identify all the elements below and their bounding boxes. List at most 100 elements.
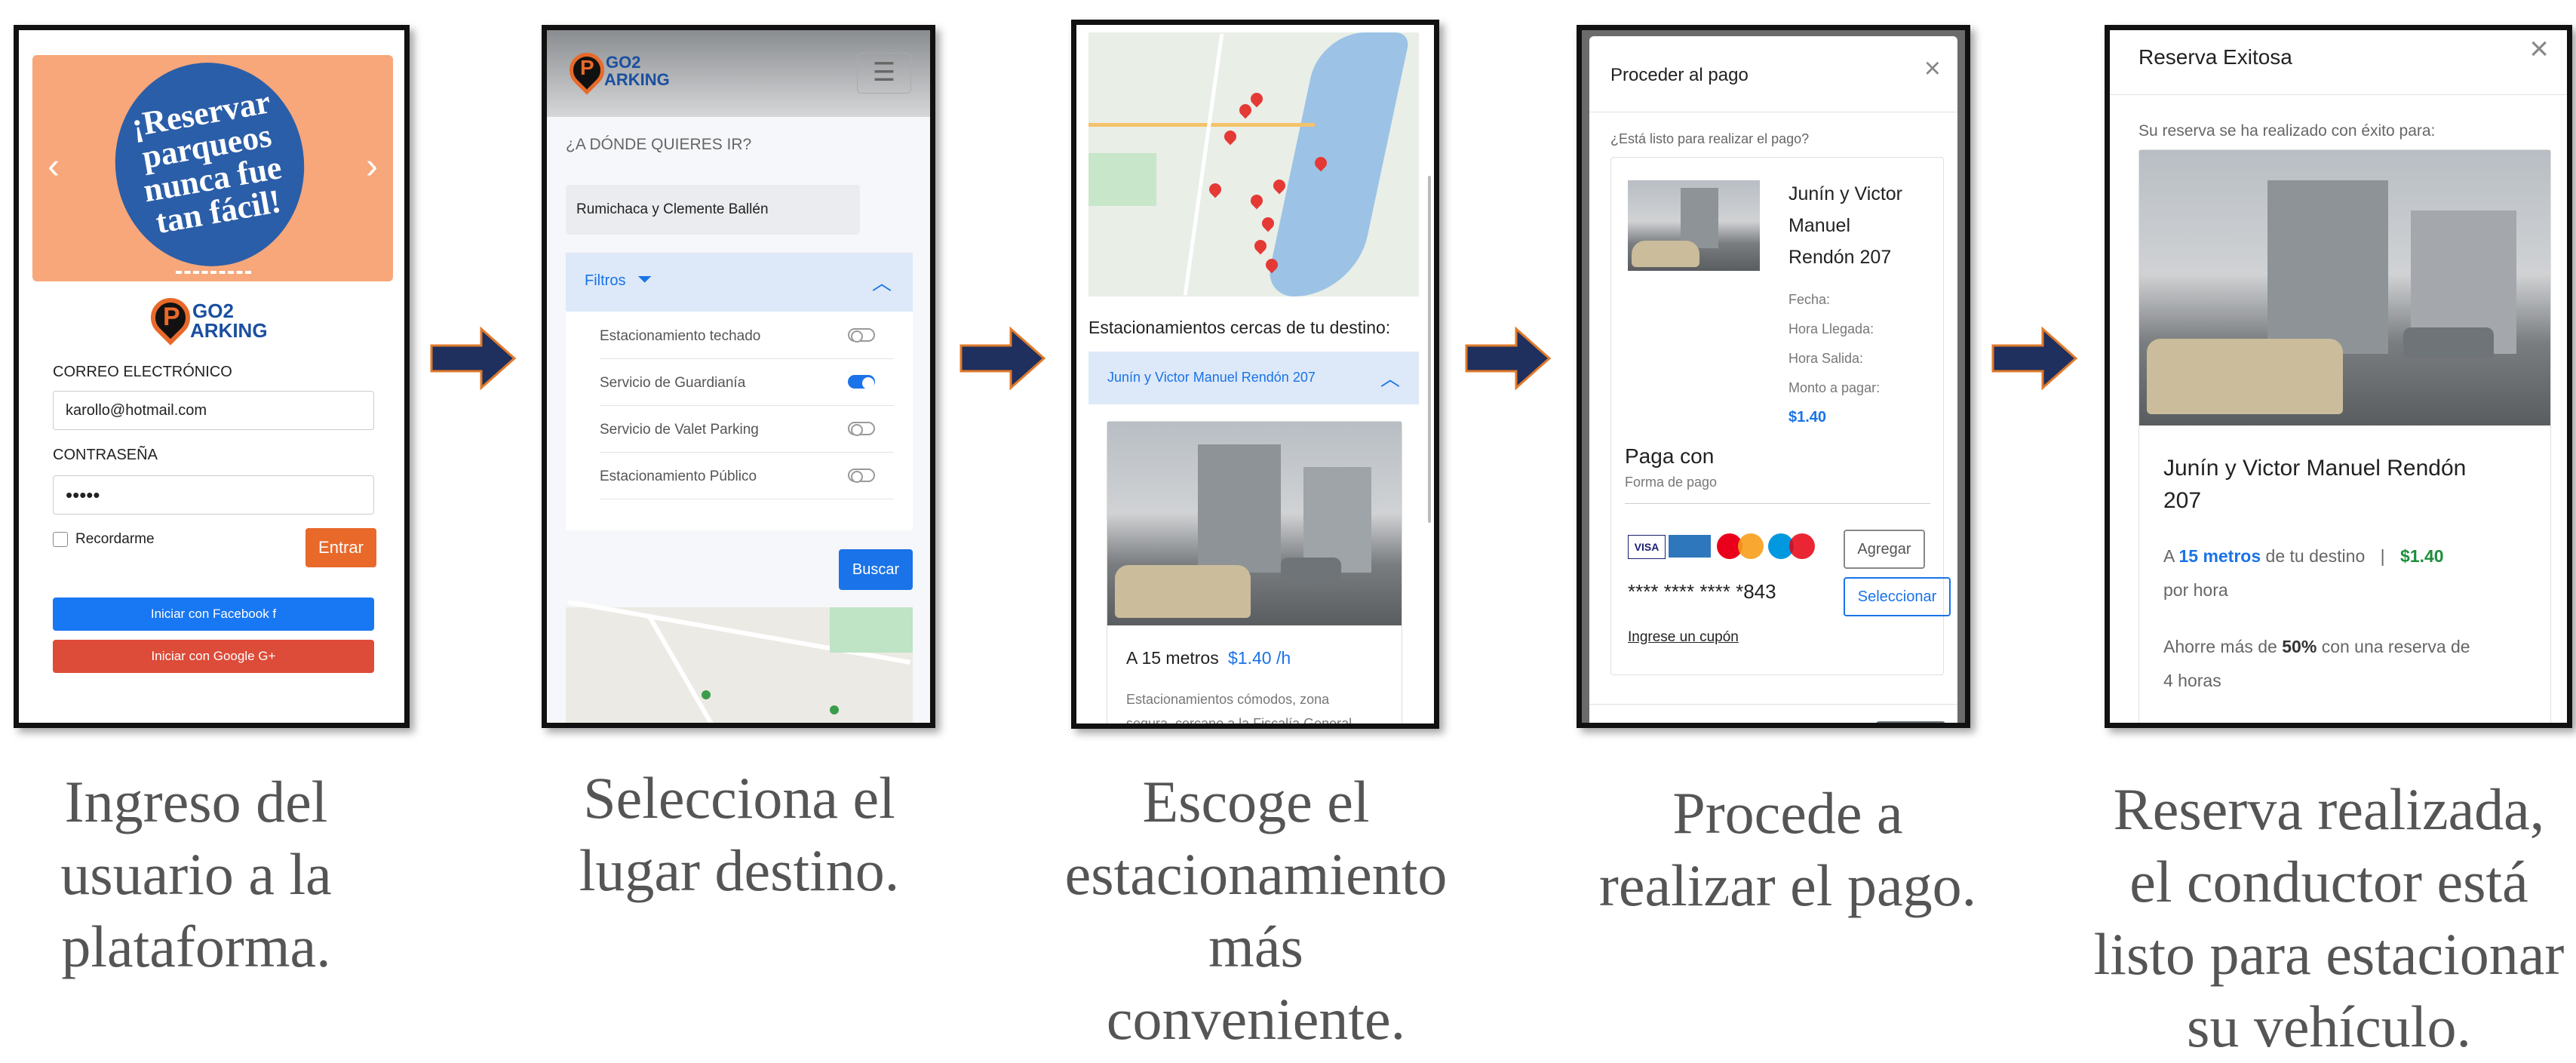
- card-divider: [1625, 503, 1930, 504]
- search-button[interactable]: Buscar: [839, 549, 913, 590]
- lot-name: Junín y Victor: [1788, 183, 1903, 204]
- carousel-indicators[interactable]: [176, 271, 251, 277]
- caption-line: más: [1208, 914, 1303, 979]
- scrollbar[interactable]: [1428, 176, 1431, 523]
- select-card-button[interactable]: Seleccionar: [1844, 577, 1951, 616]
- caption-payment: Procede a realizar el pago.: [1554, 777, 2022, 922]
- distance-suffix: de tu destino: [2265, 546, 2366, 566]
- caption-login: Ingreso del usuario a la plataforma.: [0, 766, 392, 983]
- logo-p: P: [163, 303, 180, 331]
- screen-login: ‹ › ¡Reservar parqueos nunca fue tan fác…: [14, 25, 410, 728]
- filter-toggle[interactable]: [848, 422, 875, 436]
- caption-line: Reserva realizada,: [2113, 776, 2545, 842]
- hamburger-icon[interactable]: ☰: [857, 53, 911, 94]
- filter-row: Servicio de Valet Parking: [600, 422, 894, 453]
- map-road: [1183, 33, 1224, 296]
- screen-nearby: Estacionamientos cercas de tu destino: J…: [1071, 20, 1439, 729]
- river: [1263, 32, 1411, 296]
- filter-row: Estacionamiento techado: [600, 328, 894, 359]
- detail-label: Hora Salida:: [1788, 351, 1864, 366]
- chevron-left-icon[interactable]: ‹: [48, 146, 60, 187]
- google-login-button[interactable]: Iniciar con Google G+: [53, 640, 374, 673]
- coupon-link[interactable]: Ingrese un cupón: [1628, 629, 1739, 646]
- destination-input[interactable]: Rumichaca y Clemente Ballén: [566, 185, 860, 235]
- modal-title: Proceder al pago: [1610, 65, 1749, 85]
- nearby-title: Estacionamientos cercas de tu destino:: [1088, 318, 1391, 337]
- password-field[interactable]: •••••: [53, 475, 374, 515]
- map-pin-icon[interactable]: [1221, 127, 1239, 146]
- mastercard-icon: [1717, 533, 1765, 559]
- add-button-label: Agregar: [1857, 541, 1911, 558]
- logo-p: P: [580, 56, 594, 79]
- payment-modal: Proceder al pago × ¿Está listo para real…: [1589, 36, 1957, 723]
- map-pin-icon[interactable]: [1248, 90, 1266, 108]
- lot-name: Junín y Victor Manuel Rendón 207: [1107, 370, 1316, 385]
- price-value: $1.40: [2400, 546, 2444, 566]
- map-pin-icon[interactable]: [1206, 180, 1224, 198]
- green-area: [1088, 153, 1156, 206]
- distance-line: A 15 metros de tu destino | $1.40: [2163, 546, 2444, 567]
- login-button[interactable]: Entrar: [305, 528, 376, 567]
- detail-label: Fecha:: [1788, 292, 1831, 307]
- amount-value: $1.40: [1788, 409, 1827, 426]
- footer-button[interactable]: [1876, 721, 1945, 723]
- map-pin-icon[interactable]: [1270, 177, 1288, 195]
- card-number: **** **** **** *843: [1628, 580, 1776, 603]
- modal-title: Reserva Exitosa: [2138, 45, 2292, 69]
- per-hour: por hora: [2163, 580, 2228, 600]
- detail-label: Hora Llegada:: [1788, 321, 1874, 336]
- arrow-right-icon: [1991, 326, 2078, 391]
- lot-card[interactable]: A 15 metros $1.40 /h Estacionamientos có…: [1107, 421, 1402, 729]
- close-icon[interactable]: ×: [1924, 53, 1941, 85]
- caption-nearby: Escoge el estacionamiento más convenient…: [1033, 766, 1478, 1055]
- distance-prefix: A: [2163, 546, 2175, 566]
- filter-toggle[interactable]: [848, 328, 875, 343]
- facebook-login-button[interactable]: Iniciar con Facebook f: [53, 598, 374, 631]
- map-marker: [830, 705, 839, 714]
- map-pin-icon[interactable]: [1251, 237, 1270, 255]
- map-pin-icon[interactable]: [1248, 192, 1266, 210]
- filter-toggle[interactable]: [848, 375, 875, 389]
- payment-question: ¿Está listo para realizar el pago?: [1610, 131, 1810, 146]
- close-icon[interactable]: ×: [2529, 30, 2549, 68]
- remember-checkbox[interactable]: [53, 532, 68, 547]
- lot-accordion-header[interactable]: Junín y Victor Manuel Rendón 207 ︿: [1088, 352, 1419, 404]
- email-value: karollo@hotmail.com: [66, 402, 207, 419]
- pay-with-title: Paga con: [1625, 444, 1715, 468]
- lot-description: segura, cercano a la Fiscalía General: [1126, 716, 1352, 729]
- map-pin-icon[interactable]: [1236, 101, 1254, 119]
- filter-toggle[interactable]: [848, 469, 875, 483]
- caption-line: realizar el pago.: [1598, 853, 1977, 918]
- promo-carousel[interactable]: ‹ › ¡Reservar parqueos nunca fue tan fác…: [32, 50, 393, 281]
- modal-footer-divider: [1589, 704, 1957, 705]
- savings-suffix: con una reserva de: [2321, 637, 2470, 656]
- lot-description: Estacionamientos cómodos, zona: [1126, 692, 1330, 707]
- filters-header[interactable]: Filtros ⏷ ︿: [566, 253, 913, 312]
- success-card: Junín y Victor Manuel Rendón 207 A 15 me…: [2138, 149, 2551, 723]
- caption-line: conveniente.: [1106, 986, 1406, 1052]
- caption-line: estacionamiento: [1064, 841, 1448, 907]
- map-road: [646, 614, 716, 723]
- lot-name: 207: [2163, 488, 2202, 513]
- lot-name: Junín y Victor Manuel Rendón: [2163, 456, 2467, 481]
- password-label: CONTRASEÑA: [53, 447, 158, 463]
- screen-destination: P GO2 ARKING ☰ ¿A DÓNDE QUIERES IR? Rumi…: [542, 25, 935, 728]
- map-pin-icon[interactable]: [1259, 214, 1277, 232]
- add-card-button[interactable]: Agregar: [1844, 530, 1925, 569]
- filter-row: Servicio de Guardianía: [600, 375, 894, 406]
- visa-icon: VISA: [1628, 535, 1666, 559]
- filter-row: Estacionamiento Público: [600, 469, 894, 499]
- lot-photo: [2139, 150, 2550, 426]
- chevron-up-icon[interactable]: ︿: [1380, 364, 1400, 392]
- maestro-icon: [1768, 533, 1816, 559]
- email-field[interactable]: karollo@hotmail.com: [53, 391, 374, 430]
- map-park: [830, 607, 913, 653]
- map-preview[interactable]: [566, 600, 913, 723]
- chevron-right-icon[interactable]: ›: [366, 146, 378, 187]
- select-button-label: Seleccionar: [1857, 588, 1937, 605]
- caption-line: listo para estacionar: [2093, 921, 2565, 987]
- map-view[interactable]: [1088, 32, 1419, 296]
- chevron-up-icon[interactable]: ︿: [872, 268, 892, 296]
- lot-photo: [1107, 422, 1402, 625]
- caption-line: Selecciona el: [583, 765, 895, 831]
